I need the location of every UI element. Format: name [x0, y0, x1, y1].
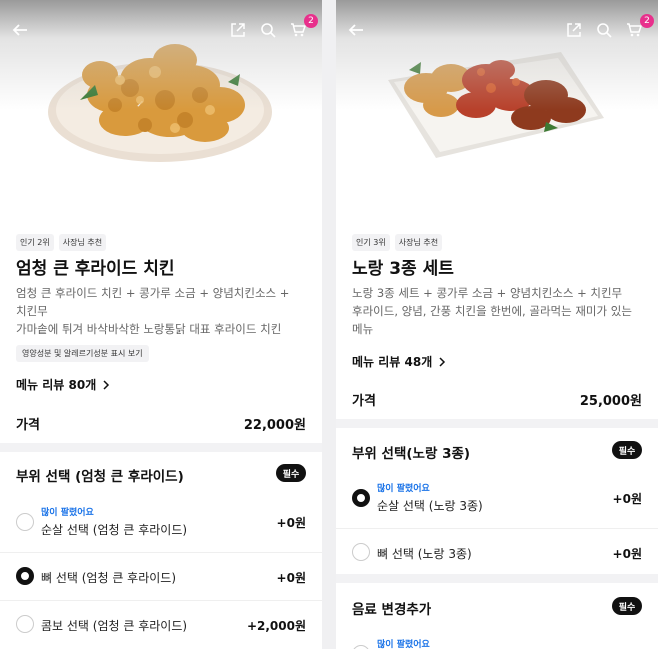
option-price: +2,000원	[246, 619, 306, 633]
search-icon[interactable]	[256, 18, 280, 42]
option-separator	[0, 552, 322, 553]
share-icon[interactable]	[562, 18, 586, 42]
price-value: 22,000원	[243, 418, 306, 433]
option-bone[interactable]: 뼈 선택 (엄청 큰 후라이드) +0원	[16, 558, 306, 598]
chevron-right-icon	[103, 379, 110, 390]
left-menu-screen: 2 인기 2위 사장님 추천 엄청 큰 후라이드 치킨 엄청 큰 후라이드 치킨…	[0, 0, 322, 649]
rank-tag: 인기 3위	[352, 234, 390, 251]
option-label: 뼈 선택 (노랑 3종)	[377, 547, 472, 561]
recommend-tag: 사장님 추천	[58, 234, 107, 251]
menu-description-line: 후라이드, 양념, 간풍 치킨을 한번에, 골라먹는 재미가 있는	[352, 304, 632, 318]
option-separator	[336, 528, 658, 529]
menu-reviews-link[interactable]: 메뉴 리뷰 48개	[352, 353, 446, 370]
menu-description-line: 메뉴	[352, 322, 374, 336]
section-divider	[336, 419, 658, 428]
back-arrow-icon[interactable]	[8, 18, 32, 42]
cart-count-badge: 2	[640, 14, 654, 28]
top-navigation-bar: 2	[336, 14, 658, 46]
reviews-label: 메뉴 리뷰 80개	[16, 378, 97, 392]
price-row: 가격 22,000원	[16, 414, 306, 433]
menu-title: 엄청 큰 후라이드 치킨	[16, 259, 175, 279]
option-bone[interactable]: 뼈 선택 (노랑 3종) +0원	[352, 534, 642, 574]
price-row: 가격 25,000원	[352, 390, 642, 409]
radio-button[interactable]	[16, 615, 34, 633]
required-badge: 필수	[612, 597, 642, 615]
back-arrow-icon[interactable]	[344, 18, 368, 42]
menu-tags: 인기 2위 사장님 추천	[16, 234, 107, 251]
option-boneless[interactable]: 많이 팔렸어요 순살 선택 (엄청 큰 후라이드) +0원	[16, 504, 306, 544]
menu-description-line: 가마솥에 튀겨 바삭바삭한 노랑통닭 대표 후라이드 치킨	[16, 322, 282, 336]
option-separator	[0, 600, 322, 601]
menu-title: 노랑 3종 세트	[352, 259, 454, 279]
radio-button[interactable]	[352, 645, 370, 649]
menu-description-line: 노랑 3종 세트 + 콩가루 소금 + 양념치킨소스 + 치킨무	[352, 286, 623, 300]
top-navigation-bar: 2	[0, 14, 322, 46]
menu-tags: 인기 3위 사장님 추천	[352, 234, 443, 251]
option-label: 순살 선택 (엄청 큰 후라이드)	[41, 523, 188, 537]
popular-label: 많이 팔렸어요	[377, 640, 430, 649]
menu-reviews-link[interactable]: 메뉴 리뷰 80개	[16, 376, 110, 393]
option-price: +0원	[612, 547, 642, 561]
product-image-3-set: 2	[336, 0, 658, 222]
price-label: 가격	[16, 418, 40, 433]
option-boneless[interactable]: 많이 팔렸어요 순살 선택 (노랑 3종) +0원	[352, 480, 642, 520]
radio-button[interactable]	[352, 543, 370, 561]
cart-count-badge: 2	[304, 14, 318, 28]
option-price: +0원	[612, 492, 642, 506]
popular-label: 많이 팔렸어요	[41, 508, 94, 518]
option-label: 순살 선택 (노랑 3종)	[377, 499, 483, 513]
menu-description-line: 엄청 큰 후라이드 치킨 + 콩가루 소금 + 양념치킨소스 +	[16, 286, 290, 300]
option-label: 뼈 선택 (엄청 큰 후라이드)	[41, 571, 177, 585]
option-drink[interactable]: 많이 팔렸어요	[352, 636, 642, 649]
price-value: 25,000원	[579, 394, 642, 409]
recommend-tag: 사장님 추천	[394, 234, 443, 251]
panel-divider	[322, 0, 336, 649]
radio-button-selected[interactable]	[352, 489, 370, 507]
required-badge: 필수	[276, 464, 306, 482]
required-badge: 필수	[612, 441, 642, 459]
section-divider	[336, 574, 658, 583]
option-section-title: 음료 변경추가	[352, 602, 432, 618]
option-section-title: 부위 선택(노랑 3종)	[352, 446, 471, 462]
option-section-title: 부위 선택 (엄청 큰 후라이드)	[16, 469, 184, 485]
section-divider	[0, 443, 322, 452]
option-combo[interactable]: 콤보 선택 (엄청 큰 후라이드) +2,000원	[16, 606, 306, 646]
option-price: +0원	[276, 516, 306, 530]
product-image-fried-chicken: 2	[0, 0, 322, 222]
option-price: +0원	[276, 571, 306, 585]
right-menu-screen: 2 인기 3위 사장님 추천 노랑 3종 세트 노랑 3종 세트 + 콩가루 소…	[336, 0, 658, 649]
popular-label: 많이 팔렸어요	[377, 484, 430, 494]
radio-button-selected[interactable]	[16, 567, 34, 585]
radio-button[interactable]	[16, 513, 34, 531]
share-icon[interactable]	[226, 18, 250, 42]
option-label: 콤보 선택 (엄청 큰 후라이드)	[41, 619, 188, 633]
menu-description-line: 치킨무	[16, 304, 48, 318]
chevron-right-icon	[439, 356, 446, 367]
search-icon[interactable]	[592, 18, 616, 42]
nutrition-info-link[interactable]: 영양성분 및 알레르기성분 표시 보기	[16, 345, 149, 362]
price-label: 가격	[352, 394, 376, 409]
reviews-label: 메뉴 리뷰 48개	[352, 355, 433, 369]
rank-tag: 인기 2위	[16, 234, 54, 251]
